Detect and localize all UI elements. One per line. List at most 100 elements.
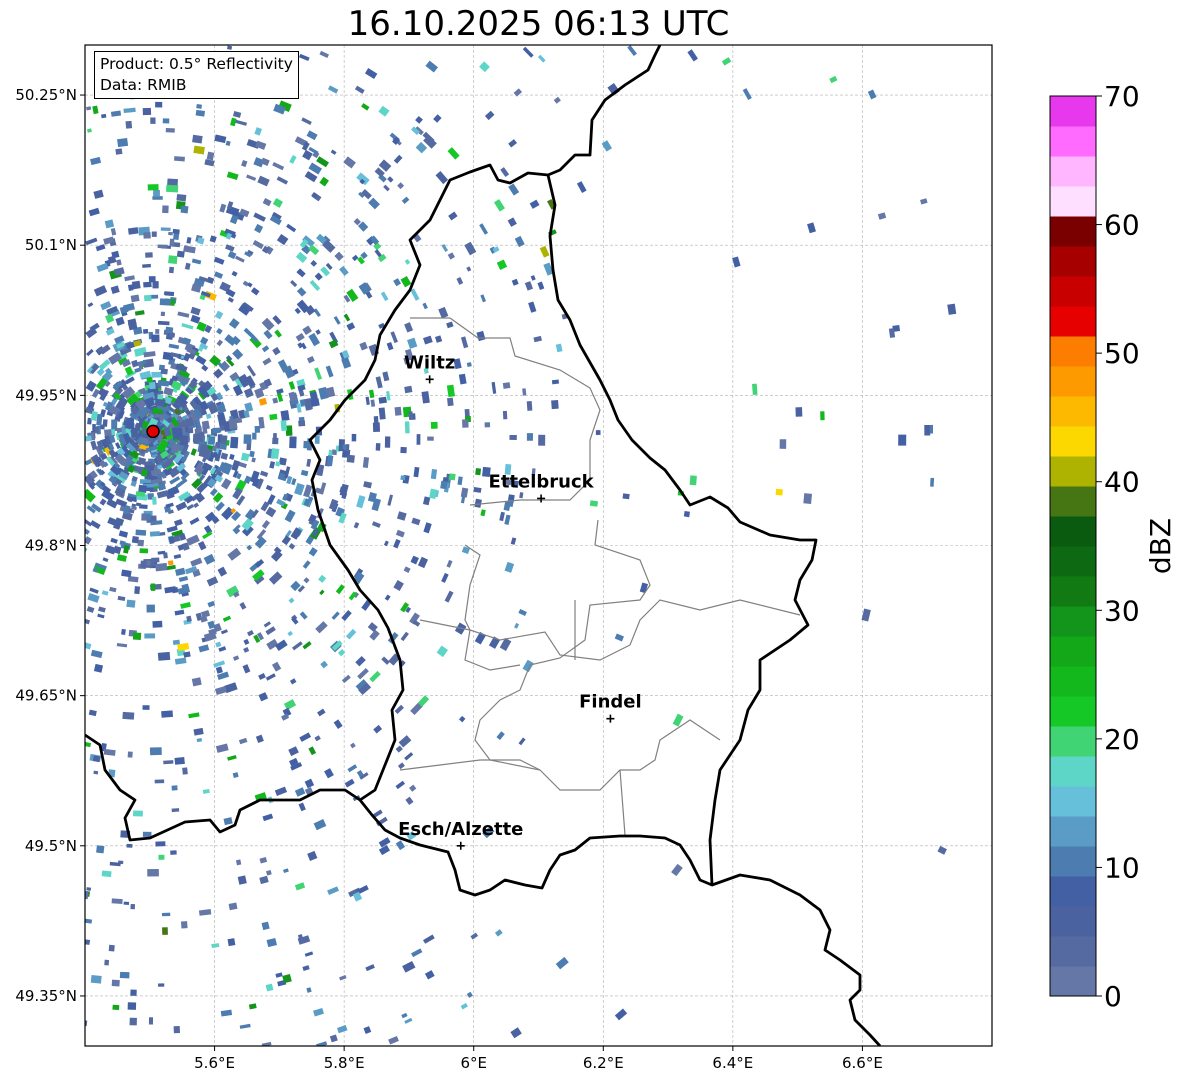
echo-cell xyxy=(351,433,357,442)
echo-cell xyxy=(155,101,163,108)
lat-tick-label: 50.25°N xyxy=(15,86,77,104)
echo-cell xyxy=(464,408,470,417)
echo-cell xyxy=(416,434,421,445)
echo-cell xyxy=(179,434,189,446)
echo-cell xyxy=(130,294,140,303)
echo-cell xyxy=(227,938,236,947)
echo-cell xyxy=(400,446,407,454)
lat-tick-label: 49.65°N xyxy=(15,687,77,705)
echo-cell xyxy=(155,329,160,334)
echo-cell xyxy=(111,979,120,987)
echo-cell xyxy=(254,425,261,433)
echo-cell xyxy=(142,328,149,334)
echo-cell xyxy=(196,104,202,109)
lon-tick-label: 5.6°E xyxy=(194,1054,235,1072)
echo-cell xyxy=(346,454,355,463)
echo-cell xyxy=(195,109,206,117)
echo-cell xyxy=(378,407,386,420)
echo-cell xyxy=(176,250,185,258)
colorbar-swatch xyxy=(1050,486,1096,517)
colorbar-swatch xyxy=(1050,816,1096,847)
colorbar-swatch xyxy=(1050,606,1096,637)
echo-cell xyxy=(155,562,168,572)
echo-cell xyxy=(689,475,697,486)
echo-cell xyxy=(174,756,185,765)
echo-cell xyxy=(193,145,205,155)
lon-tick-label: 6°E xyxy=(460,1054,487,1072)
echo-cell xyxy=(384,436,391,448)
echo-cell xyxy=(475,468,482,476)
colorbar-swatch xyxy=(1050,786,1096,817)
city-label: Findel xyxy=(579,692,642,713)
echo-cell xyxy=(430,421,438,429)
echo-cell xyxy=(148,1017,154,1025)
echo-cell xyxy=(930,477,935,487)
echo-cell xyxy=(112,1004,120,1011)
echo-cell xyxy=(130,904,136,910)
echo-cell xyxy=(230,436,239,449)
colorbar-swatch xyxy=(1050,726,1096,757)
echo-cell xyxy=(166,184,179,193)
echo-cell xyxy=(171,808,180,813)
echo-cell xyxy=(207,436,216,445)
echo-cell xyxy=(161,912,171,917)
lat-tick-label: 49.5°N xyxy=(25,837,77,855)
echo-cell xyxy=(595,430,601,435)
echo-cell xyxy=(142,705,150,710)
echo-cell xyxy=(502,382,511,389)
echo-cell xyxy=(133,810,143,817)
echo-cell xyxy=(126,843,133,848)
colorbar-swatch xyxy=(1050,876,1096,907)
echo-cell xyxy=(151,231,157,237)
echo-cell xyxy=(752,383,758,395)
colorbar-tick-label: 20 xyxy=(1104,723,1140,756)
echo-cell xyxy=(158,983,165,987)
echo-cell xyxy=(400,475,406,481)
echo-cell xyxy=(126,599,136,608)
echo-cell xyxy=(150,583,156,591)
radar-site-marker xyxy=(146,424,160,439)
echo-cell xyxy=(159,298,172,306)
colorbar-swatch xyxy=(1050,336,1096,367)
echo-cell xyxy=(169,238,175,247)
echo-cell xyxy=(94,426,99,434)
colorbar-tick-label: 50 xyxy=(1104,337,1140,370)
echo-cell xyxy=(86,887,92,891)
colorbar-swatch xyxy=(1050,906,1096,937)
echo-cell xyxy=(125,417,135,430)
echo-cell xyxy=(551,379,560,385)
echo-cell xyxy=(142,831,152,837)
echo-cell xyxy=(143,232,151,239)
echo-cell xyxy=(165,128,175,133)
colorbar-swatch xyxy=(1050,216,1096,247)
echo-cell xyxy=(122,711,135,720)
colorbar-swatch xyxy=(1050,126,1096,157)
echo-cell xyxy=(160,311,166,317)
echo-cell xyxy=(220,435,228,445)
echo-cell xyxy=(373,416,379,425)
echo-cell xyxy=(466,362,472,368)
echo-cell xyxy=(310,398,320,407)
echo-cell xyxy=(161,710,174,718)
echo-cell xyxy=(820,411,825,421)
echo-cell xyxy=(378,396,387,404)
echo-cell xyxy=(157,244,168,249)
info-box: Product: 0.5° Reflectivity Data: RMIB xyxy=(94,51,299,99)
colorbar-tick-label: 0 xyxy=(1104,980,1122,1013)
echo-cell xyxy=(462,419,469,428)
echo-cell xyxy=(683,510,690,518)
city-label: Wiltz xyxy=(404,352,455,373)
echo-cell xyxy=(924,424,931,436)
echo-cell xyxy=(243,434,252,444)
echo-cell xyxy=(157,651,171,661)
colorbar-swatch xyxy=(1050,96,1096,127)
lat-tick-label: 49.8°N xyxy=(25,537,77,555)
echo-cell xyxy=(509,434,517,440)
echo-cell xyxy=(149,747,162,756)
echo-cell xyxy=(803,493,812,504)
echo-cell xyxy=(170,850,177,855)
echo-cell xyxy=(85,1020,88,1027)
echo-cell xyxy=(148,276,156,283)
lon-tick-label: 6.6°E xyxy=(842,1054,883,1072)
colorbar-swatch xyxy=(1050,306,1096,337)
